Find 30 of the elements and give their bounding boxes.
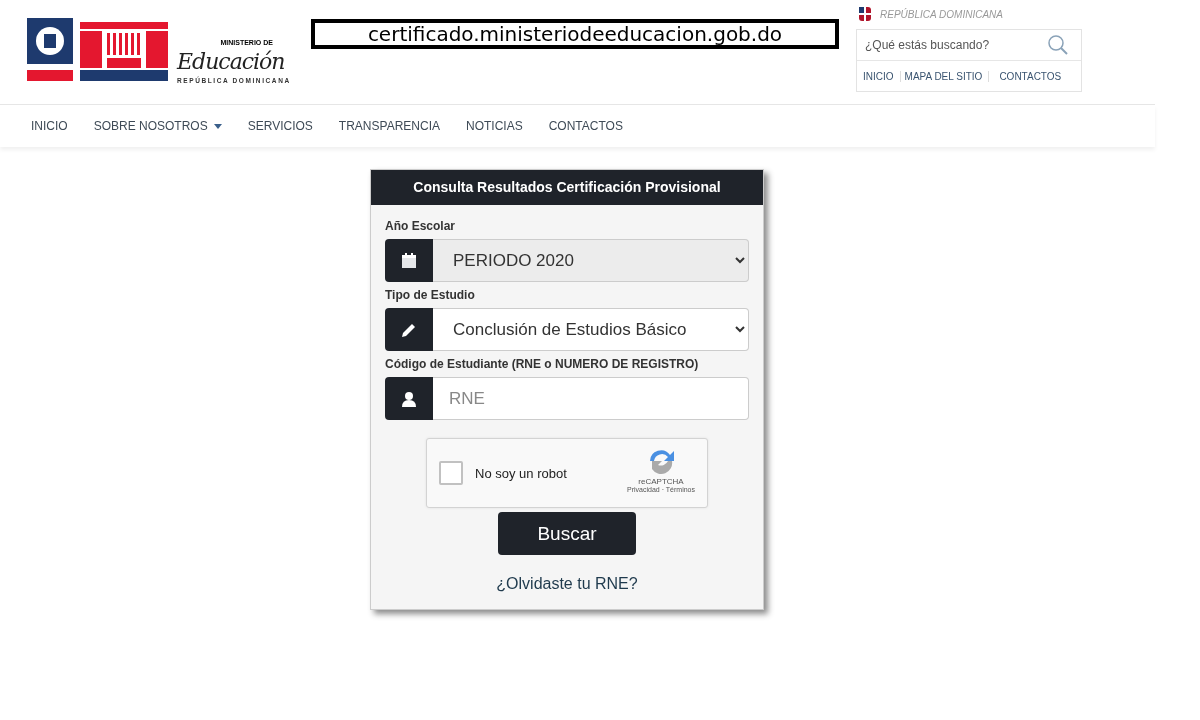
checkbox-label: No soy un robot <box>475 465 567 481</box>
nav-item[interactable]: CONTACTOS <box>535 119 636 133</box>
pencil-icon <box>401 321 417 338</box>
url-banner: certificado.ministeriodeeducacion.gob.do <box>311 19 839 49</box>
nav-item[interactable]: INICIO <box>18 119 81 133</box>
caret-icon[interactable] <box>213 123 222 129</box>
nav-item[interactable]: SERVICIOS <box>234 119 326 133</box>
nav-item[interactable]: NOTICIAS <box>453 119 536 133</box>
field-label: Año Escolar <box>385 219 457 233</box>
header-link[interactable]: CONTACTOS <box>988 70 1068 82</box>
calendar-icon <box>401 252 417 269</box>
captcha-brand: reCAPTCHA <box>638 477 684 486</box>
header-link[interactable]: MAPA DEL SITIO <box>899 70 989 82</box>
dropdown-field[interactable]: Conclusión de Estudios Básico <box>433 308 749 351</box>
text-field[interactable]: RNE <box>433 377 749 420</box>
checkbox[interactable] <box>439 461 463 485</box>
search-button[interactable]: Buscar <box>498 512 636 555</box>
header-link[interactable]: INICIO <box>863 70 900 82</box>
search-icon[interactable] <box>1047 34 1069 56</box>
country-label: REPÚBLICA DOMINICANA <box>880 8 1003 20</box>
forgot-rne-link[interactable]: ¿Olvidaste tu RNE? <box>496 575 638 593</box>
ministry-logo-icon <box>27 18 171 84</box>
logo-title: Educación <box>177 48 286 76</box>
nav-item[interactable]: SOBRE NOSOTROS <box>80 119 235 133</box>
field-label: Código de Estudiante (RNE o NUMERO DE REGISTRO) <box>385 357 700 371</box>
user-icon <box>401 390 417 407</box>
nav-item[interactable]: TRANSPARENCIA <box>325 119 453 133</box>
form-title: Consulta Resultados Certificación Provisional <box>371 170 763 205</box>
coat-of-arms-icon <box>856 5 874 23</box>
field-label: Tipo de Estudio <box>385 288 476 302</box>
